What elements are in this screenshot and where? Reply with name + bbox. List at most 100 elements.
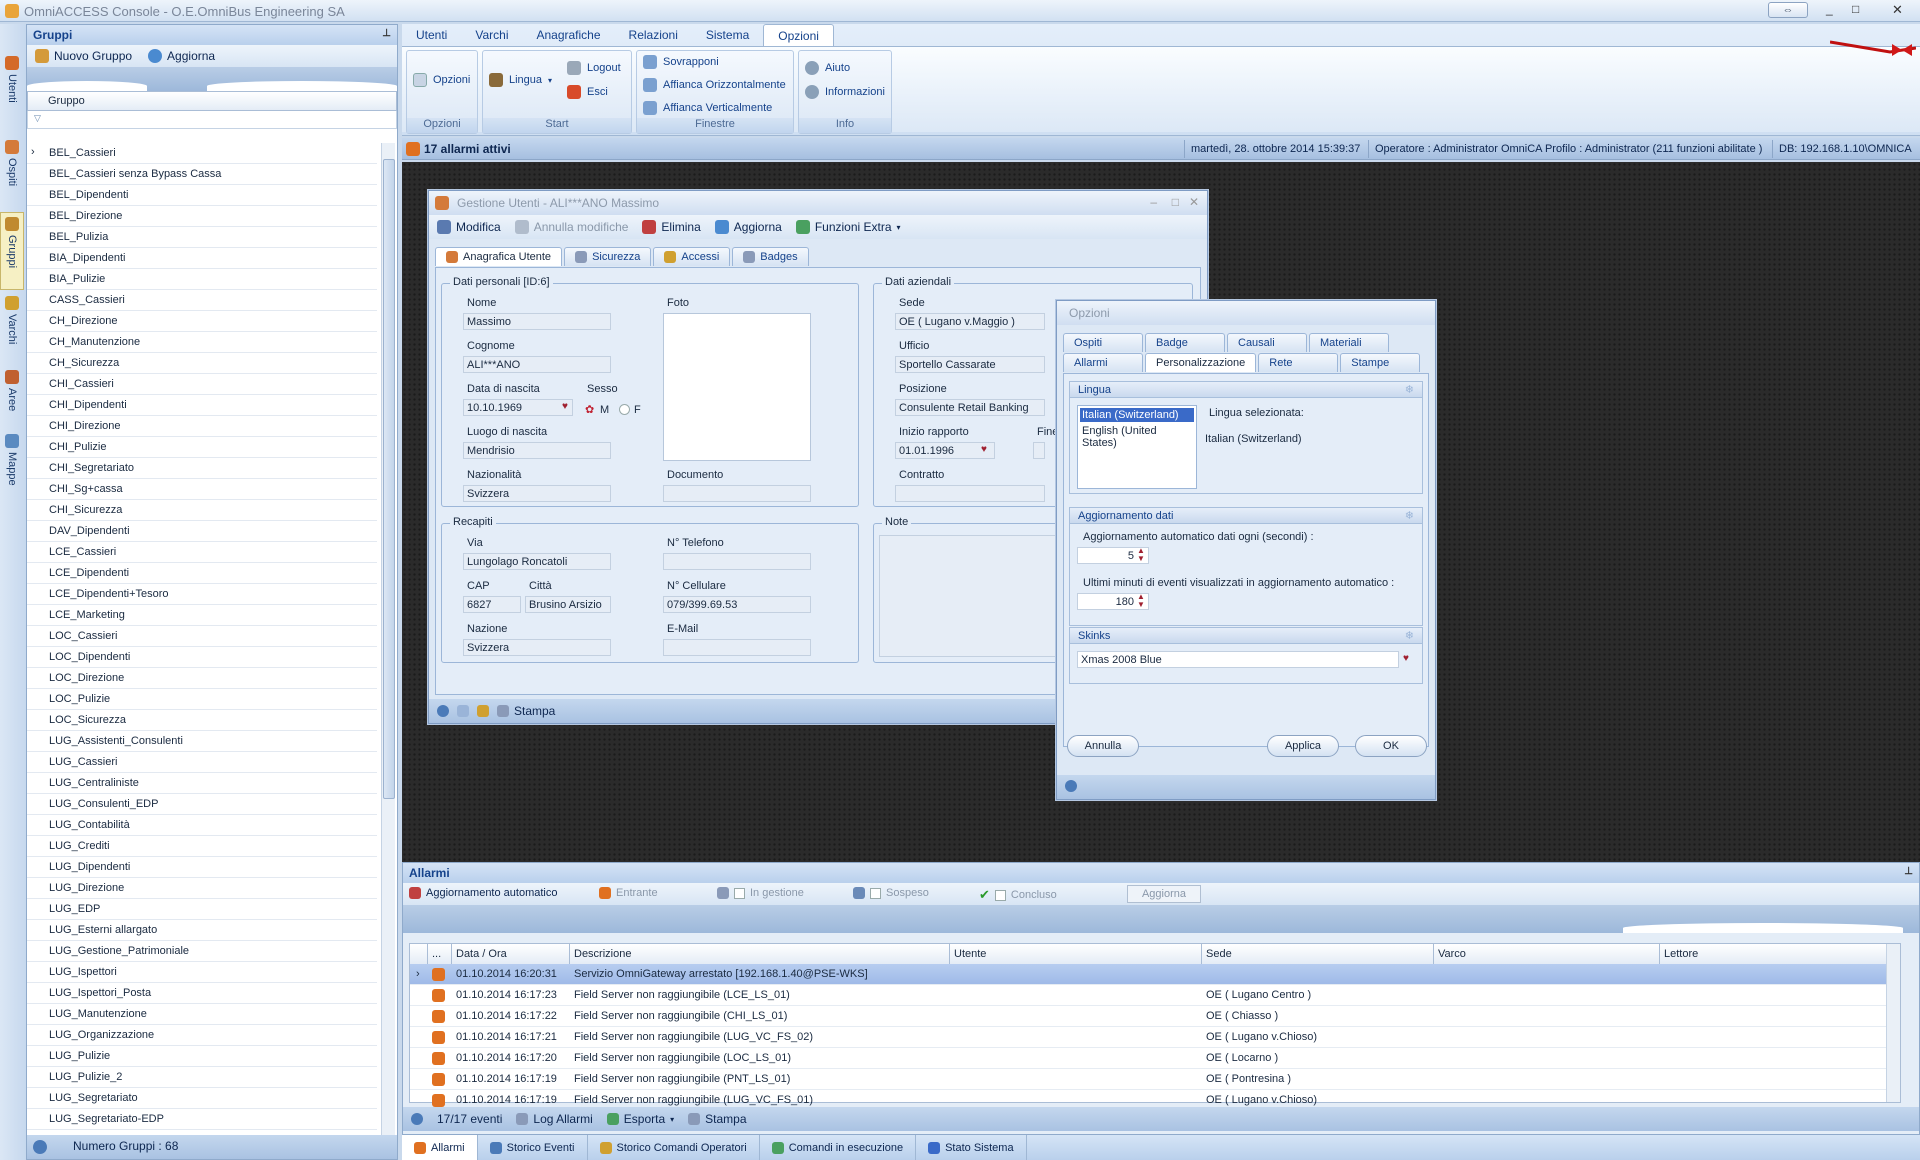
birthdate-field[interactable]: 10.10.1969 (463, 399, 573, 416)
nome-field[interactable]: Massimo (463, 313, 611, 330)
groups-scrollbar[interactable] (381, 143, 395, 1143)
options-window-titlebar[interactable]: Opzioni (1057, 301, 1435, 325)
filter-sospeso[interactable]: Sospeso (853, 887, 929, 899)
document-field[interactable] (663, 485, 811, 502)
pin-icon[interactable]: ⊥ (382, 28, 391, 39)
ribbon-tab-utenti[interactable]: Utenti (402, 24, 461, 46)
bottom-tab-3[interactable]: Comandi in esecuzione (760, 1135, 917, 1160)
filter-entrante[interactable]: Entrante (599, 887, 658, 899)
list-item[interactable]: CHI_Segretariato (27, 458, 377, 479)
list-item[interactable]: LUG_Assistenti_Consulenti (27, 731, 377, 752)
filter-gestione[interactable]: In gestione (717, 887, 804, 899)
bottom-tab-1[interactable]: Storico Eventi (478, 1135, 588, 1160)
ufficio-field[interactable]: Sportello Cassarate (895, 356, 1045, 373)
country-field[interactable]: Svizzera (463, 639, 611, 656)
alarms-refresh-button[interactable]: Aggiorna (1127, 885, 1201, 903)
vtab-aree[interactable]: Aree (0, 366, 24, 426)
date-dropdown-icon[interactable]: ♥ (981, 444, 987, 455)
list-item[interactable]: LCE_Marketing (27, 605, 377, 626)
birthplace-field[interactable]: Mendrisio (463, 442, 611, 459)
extra-functions-button[interactable]: Funzioni Extra ▾ (795, 220, 901, 234)
spinner-icon[interactable]: ▲ ▼ (1137, 547, 1145, 563)
list-item[interactable]: BEL_Direzione (27, 206, 377, 227)
filter-row[interactable]: ▽ (27, 111, 397, 129)
options-tab-ospiti[interactable]: Ospiti (1063, 333, 1143, 352)
end-date-field[interactable] (1033, 442, 1045, 459)
group-column-header[interactable]: Gruppo (27, 91, 397, 111)
list-item[interactable]: CHI_Cassieri (27, 374, 377, 395)
tile-vertical-button[interactable]: Affianca Verticalmente (643, 101, 772, 115)
close-button[interactable]: ✕ (1892, 2, 1903, 18)
maximize-icon[interactable]: □ (1172, 195, 1179, 209)
list-item[interactable]: LUG_Ispettori_Posta (27, 983, 377, 1004)
bottom-tab-0[interactable]: Allarmi (402, 1135, 478, 1160)
column-header[interactable] (410, 944, 428, 964)
language-option[interactable]: English (United States) (1080, 424, 1194, 450)
tab-anagrafica[interactable]: Anagrafica Utente (435, 247, 563, 266)
list-item[interactable]: LCE_Dipendenti+Tesoro (27, 584, 377, 605)
checkbox[interactable] (870, 887, 881, 899)
list-item[interactable]: CH_Direzione (27, 311, 377, 332)
list-item[interactable]: LUG_Centraliniste (27, 773, 377, 794)
list-item[interactable]: BIA_Pulizie (27, 269, 377, 290)
list-item[interactable]: LUG_Segretariato-EDP (27, 1109, 377, 1130)
list-item[interactable]: LUG_Dipendenti (27, 857, 377, 878)
ribbon-tab-opzioni[interactable]: Opzioni (763, 24, 834, 46)
list-item[interactable]: DAV_Dipendenti (27, 521, 377, 542)
list-item[interactable]: CASS_Cassieri (27, 290, 377, 311)
email-field[interactable] (663, 639, 811, 656)
list-item[interactable]: CH_Manutenzione (27, 332, 377, 353)
table-row[interactable]: › 01.10.2014 16:20:31 Servizio OmniGateway… (410, 964, 1900, 985)
list-item[interactable]: › BEL_Cassieri (27, 143, 377, 164)
edit-button[interactable]: Modifica (437, 220, 501, 234)
delete-button[interactable]: Elimina (642, 220, 701, 234)
list-item[interactable]: BIA_Dipendenti (27, 248, 377, 269)
date-dropdown-icon[interactable]: ♥ (562, 401, 568, 412)
print-button[interactable]: Stampa (497, 704, 555, 718)
refresh-button[interactable]: Aggiorna (714, 220, 782, 234)
tile-horizontal-button[interactable]: Affianca Orizzontalmente (643, 78, 786, 92)
list-item[interactable]: CHI_Sg+cassa (27, 479, 377, 500)
bottom-tab-2[interactable]: Storico Comandi Operatori (588, 1135, 760, 1160)
list-item[interactable]: LOC_Cassieri (27, 626, 377, 647)
list-item[interactable]: LUG_Contabilità (27, 815, 377, 836)
ok-button[interactable]: OK (1355, 735, 1427, 757)
options-button[interactable]: Opzioni (413, 73, 470, 87)
list-item[interactable]: CHI_Sicurezza (27, 500, 377, 521)
list-item[interactable]: LUG_Segretariato (27, 1088, 377, 1109)
options-tab-allarmi[interactable]: Allarmi (1063, 353, 1143, 372)
tab-badges[interactable]: Badges (732, 247, 809, 266)
table-row[interactable]: 01.10.2014 16:17:19 Field Server non ragg… (410, 1069, 1900, 1090)
minimize-button[interactable]: _ (1826, 2, 1833, 16)
cascade-button[interactable]: Sovrapponi (643, 55, 719, 69)
help-icon[interactable] (437, 705, 449, 717)
cancel-button[interactable]: Annulla (1067, 735, 1139, 757)
checkbox[interactable] (734, 887, 745, 899)
options-tab-rete[interactable]: Rete (1258, 353, 1339, 372)
nationality-field[interactable]: Svizzera (463, 485, 611, 502)
print-button[interactable]: Stampa (688, 1112, 747, 1126)
lock-icon[interactable] (477, 705, 489, 717)
exit-button[interactable]: Esci (567, 85, 608, 99)
ribbon-tab-relazioni[interactable]: Relazioni (615, 24, 692, 46)
language-list[interactable]: Italian (Switzerland) English (United St… (1077, 405, 1197, 489)
list-item[interactable]: BEL_Pulizia (27, 227, 377, 248)
spinner-icon[interactable]: ▲ ▼ (1137, 593, 1145, 609)
column-header[interactable]: Data / Ora (452, 944, 570, 964)
list-item[interactable]: LUG_Pulizie_2 (27, 1067, 377, 1088)
skin-select[interactable]: Xmas 2008 Blue (1077, 651, 1399, 668)
table-row[interactable]: 01.10.2014 16:17:20 Field Server non ragg… (410, 1048, 1900, 1069)
scrollbar-thumb[interactable] (383, 159, 395, 799)
column-header[interactable]: Descrizione (570, 944, 950, 964)
filter-concluso[interactable]: ✔ Concluso (979, 887, 1057, 903)
sex-f-radio[interactable] (619, 404, 630, 415)
undo-button[interactable]: Annulla modifiche (514, 220, 628, 234)
mobile-field[interactable]: 079/399.69.53 (663, 596, 811, 613)
vtab-varchi[interactable]: Varchi (0, 292, 24, 364)
posizione-field[interactable]: Consulente Retail Banking (895, 399, 1045, 416)
options-tab-materiali[interactable]: Materiali (1309, 333, 1389, 352)
alarm-log-button[interactable]: Log Allarmi (516, 1112, 593, 1126)
column-header[interactable]: ... (428, 944, 452, 964)
start-date-field[interactable]: 01.01.1996 (895, 442, 995, 459)
column-header[interactable]: Varco (1434, 944, 1660, 964)
